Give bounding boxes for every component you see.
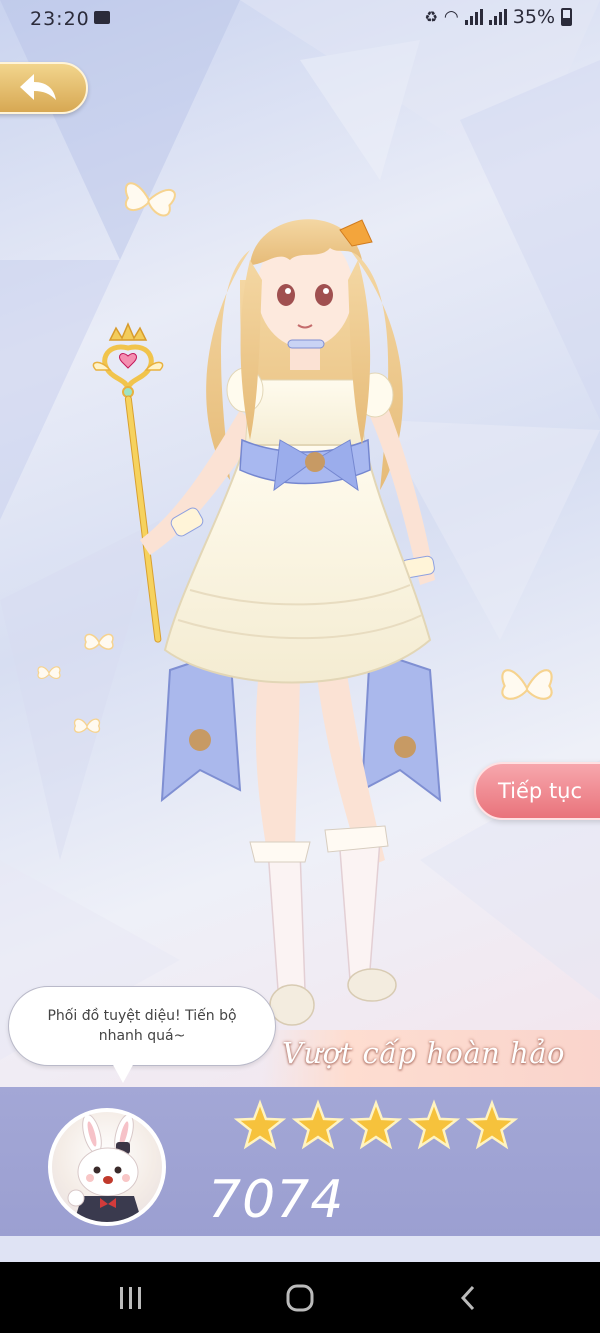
star-icon (465, 1099, 519, 1150)
score-value: 7074 (208, 1170, 345, 1230)
status-bar: 23:20 ♻ ◠ 35% (0, 0, 600, 36)
speech-bubble-tail (112, 1063, 134, 1083)
back-arrow-icon (20, 74, 56, 100)
back-button[interactable] (0, 62, 88, 114)
butterfly-icon (501, 669, 553, 700)
panel-bottom-strip (0, 1236, 600, 1262)
recent-apps-icon (120, 1286, 141, 1309)
wifi-icon: ◠ (443, 7, 459, 27)
bunny-mascot-icon (67, 1114, 142, 1222)
signal-icon (488, 9, 507, 25)
home-button[interactable] (255, 1262, 345, 1333)
rating-stars (233, 1099, 519, 1150)
nav-back-icon (460, 1285, 475, 1310)
recent-apps-button[interactable] (86, 1262, 176, 1333)
gallery-notification-icon (94, 11, 110, 24)
battery-icon (561, 8, 572, 26)
recycle-icon: ♻ (424, 8, 438, 26)
speech-bubble: Phối đồ tuyệt diệu! Tiến bộ nhanh quá~ (8, 986, 276, 1066)
avatar (48, 1108, 166, 1226)
star-icon (407, 1099, 461, 1150)
nav-back-button[interactable] (424, 1262, 514, 1333)
butterfly-icon (73, 718, 101, 733)
battery-percent: 35% (512, 6, 555, 28)
star-icon (291, 1099, 345, 1150)
navigation-bar (0, 1262, 600, 1333)
rank-text: Vượt cấp hoàn hảo (282, 1036, 565, 1070)
star-icon (233, 1099, 287, 1150)
butterfly-icon (37, 666, 61, 679)
signal-icon (464, 9, 483, 25)
status-time: 23:20 (30, 8, 90, 30)
continue-button[interactable]: Tiếp tục (474, 762, 600, 820)
character-illustration (140, 219, 442, 1026)
star-icon (349, 1099, 403, 1150)
home-icon (286, 1284, 314, 1311)
